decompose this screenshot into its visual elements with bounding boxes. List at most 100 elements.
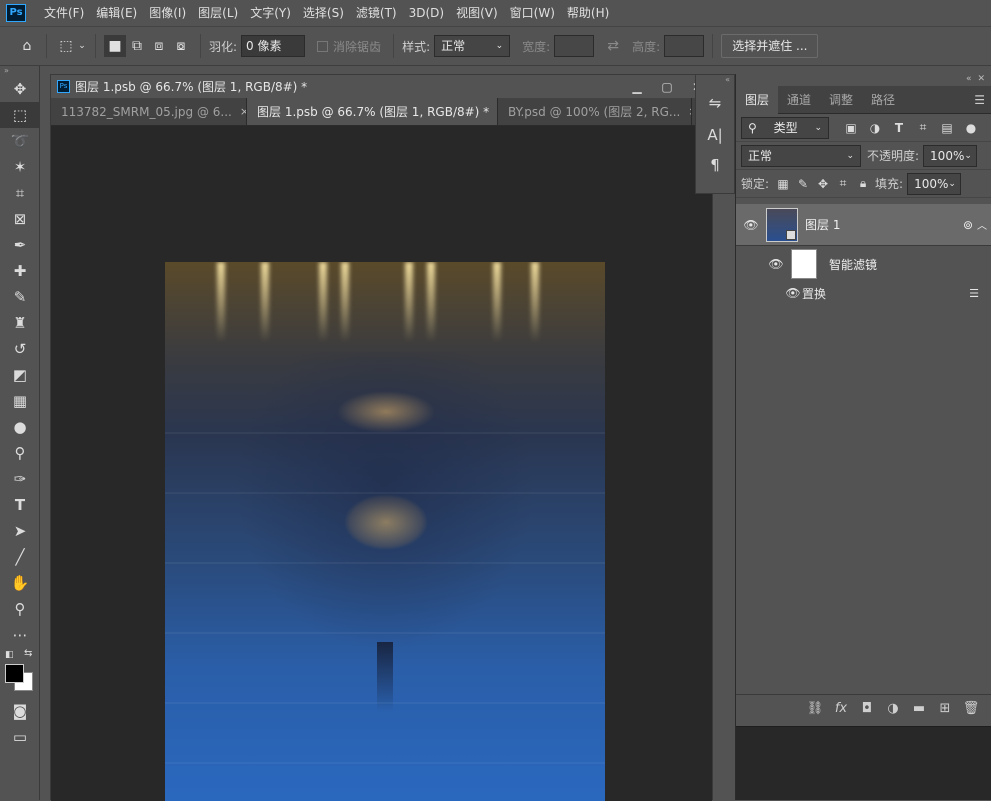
visibility-eye-icon[interactable]: 👁︎ [784,286,802,300]
zoom-icon[interactable]: ⚲ [0,596,40,622]
magic-wand-icon[interactable]: ✶ [0,154,40,180]
new-layer-icon[interactable]: ⊞ [932,701,958,716]
type-icon[interactable]: T [0,492,40,518]
close-icon[interactable]: × [688,105,691,118]
tab-document-2[interactable]: 图层 1.psb @ 66.7% (图层 1, RGB/8#) * × [247,98,498,125]
hand-icon[interactable]: ✋ [0,570,40,596]
panel-menu-icon[interactable]: ☰ [974,93,985,107]
chevron-down-icon[interactable]: ⌄ [77,35,87,57]
swap-colors-icon[interactable]: ⇆ [24,648,32,659]
home-icon[interactable]: ⌂ [16,35,38,57]
pixel-filter-icon[interactable]: ▣ [839,121,863,135]
type-filter-icon[interactable]: T [887,121,911,135]
more-icon[interactable]: ⋯ [0,622,40,648]
blending-options-icon[interactable]: ☰ [969,287,979,300]
height-input[interactable] [664,35,705,57]
close-icon[interactable]: × [240,105,246,118]
blur-icon[interactable]: ● [0,414,40,440]
shape-filter-icon[interactable]: ⌗ [911,120,935,135]
smart-filters-row[interactable]: 👁︎ 智能滤镜 [736,246,991,282]
filter-item-row[interactable]: 👁︎ 置换 ☰ [736,282,991,304]
tab-document-3[interactable]: BY.psd @ 100% (图层 2, RG... × [498,98,692,125]
quick-mask-icon[interactable]: ◙ [0,698,40,724]
smart-filter-indicator-icon[interactable]: ⊚ [963,218,973,232]
lock-all-icon[interactable]: 🔒︎ [853,176,873,191]
lock-transparent-icon[interactable]: ▦ [773,177,793,191]
lasso-icon[interactable]: ➰ [0,128,40,154]
dodge-icon[interactable]: ⚲ [0,440,40,466]
tab-paths[interactable]: 路径 [862,86,904,114]
line-icon[interactable]: ╱ [0,544,40,570]
expand-arrow-icon[interactable]: ︿ [977,217,987,232]
smart-object-filter-icon[interactable]: ▤ [935,121,959,135]
menu-file[interactable]: 文件(F) [38,0,90,26]
fill-input[interactable]: 100% ⌄ [907,172,962,195]
brush-icon[interactable]: ✎ [0,284,40,310]
foreground-color-swatch[interactable] [5,664,24,683]
maximize-icon[interactable]: ▢ [652,80,682,94]
opacity-input[interactable]: 100% ⌄ [923,144,978,167]
layer-name[interactable]: 图层 1 [805,216,840,233]
pen-icon[interactable]: ✑ [0,466,40,492]
feather-input[interactable]: 0 像素 [241,35,306,57]
canvas-area[interactable] [51,127,712,801]
document-image[interactable] [165,262,605,801]
style-select[interactable]: 正常 ⌄ [434,35,511,57]
paragraph-panel-icon[interactable]: ¶ [696,151,734,179]
antialias-checkbox[interactable] [317,40,329,52]
menu-type[interactable]: 文字(Y) [244,0,297,26]
filter-toggle-icon[interactable]: ● [959,121,983,135]
healing-icon[interactable]: ✚ [0,258,40,284]
menu-window[interactable]: 窗口(W) [504,0,561,26]
adjustment-filter-icon[interactable]: ◑ [863,121,887,135]
marquee-icon[interactable]: ⬚ [0,102,40,128]
lock-pixels-icon[interactable]: ✎ [793,177,813,191]
add-selection-icon[interactable]: ⧉ [126,35,148,57]
menu-filter[interactable]: 滤镜(T) [350,0,403,26]
crop-icon[interactable]: ⌗ [0,180,40,206]
swap-icon[interactable]: ⇄ [602,35,624,57]
lock-artboard-icon[interactable]: ⌗ [833,176,853,191]
tab-document-1[interactable]: 113782_SMRM_05.jpg @ 6... × [51,98,247,125]
history-panel-icon[interactable]: ⇋ [696,87,734,119]
link-layers-icon[interactable]: ⛓︎ [802,701,828,716]
subtract-selection-icon[interactable]: ⧈ [148,35,170,57]
new-adjustment-icon[interactable]: ◑ [880,701,906,716]
history-brush-icon[interactable]: ↺ [0,336,40,362]
minimize-icon[interactable]: ▁ [622,80,652,94]
tab-layers[interactable]: 图层 [736,85,779,114]
menu-layer[interactable]: 图层(L) [192,0,244,26]
character-panel-icon[interactable]: A| [696,119,734,151]
select-and-mask-button[interactable]: 选择并遮住 ... [721,34,819,58]
tab-adjustments[interactable]: 调整 [820,86,862,114]
default-colors-icon[interactable]: ◧ [5,650,14,660]
layer-kind-select[interactable]: ⚲ 类型 ⌄ [741,116,829,139]
menu-3d[interactable]: 3D(D) [403,0,450,26]
collapse-icon[interactable]: » [0,66,39,76]
collapse-icon[interactable]: « [696,75,734,87]
move-icon[interactable]: ✥ [0,76,40,102]
gradient-icon[interactable]: ▦ [0,388,40,414]
menu-view[interactable]: 视图(V) [450,0,504,26]
tab-channels[interactable]: 通道 [778,86,820,114]
layer-thumbnail[interactable] [766,207,798,242]
eraser-icon[interactable]: ◩ [0,362,40,388]
filter-mask-thumbnail[interactable] [791,249,817,279]
marquee-tool-preset-icon[interactable]: ⬚ [55,35,77,57]
add-mask-icon[interactable]: ◘ [854,701,880,716]
eyedropper-icon[interactable]: ✒ [0,232,40,258]
frame-icon[interactable]: ⊠ [0,206,40,232]
layer-row[interactable]: 👁︎ 图层 1 ⊚ ︿ [736,204,991,246]
intersect-selection-icon[interactable]: ⧇ [170,35,192,57]
path-select-icon[interactable]: ➤ [0,518,40,544]
close-icon[interactable]: ✕ [977,74,985,86]
menu-help[interactable]: 帮助(H) [561,0,615,26]
visibility-eye-icon[interactable]: 👁︎ [767,257,785,271]
menu-image[interactable]: 图像(I) [143,0,192,26]
delete-layer-icon[interactable]: 🗑︎ [958,701,984,716]
menu-select[interactable]: 选择(S) [297,0,350,26]
collapse-icon[interactable]: « [966,74,972,86]
fx-icon[interactable]: fx [828,701,854,716]
width-input[interactable] [554,35,595,57]
blend-mode-select[interactable]: 正常 ⌄ [741,144,861,167]
